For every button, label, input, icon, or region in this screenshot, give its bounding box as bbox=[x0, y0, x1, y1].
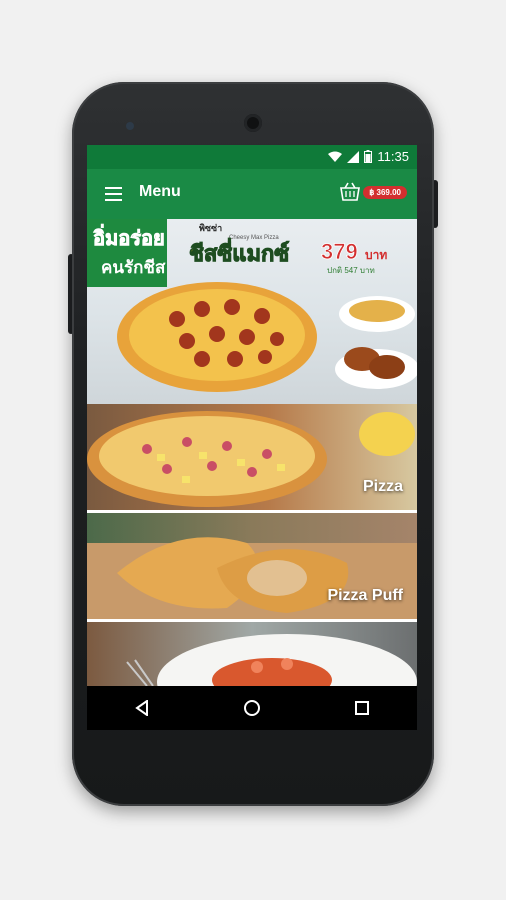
category-pizza[interactable]: Pizza bbox=[87, 404, 417, 513]
clock: 11:35 bbox=[377, 149, 409, 164]
app-bar: Menu ฿ 369.00 bbox=[87, 169, 417, 219]
category-pasta[interactable] bbox=[87, 622, 417, 686]
home-icon bbox=[244, 700, 260, 716]
banner-product-name: ชีสซี่แมกซ์ bbox=[189, 237, 289, 266]
category-label: Pizza Puff bbox=[327, 587, 403, 604]
wifi-icon bbox=[328, 151, 343, 162]
category-list: Pizza Pizza Puff bbox=[87, 404, 417, 686]
hamburger-menu-icon[interactable] bbox=[105, 187, 122, 201]
banner-price-unit: บาท bbox=[365, 248, 387, 262]
proximity-sensor bbox=[126, 122, 134, 130]
home-button[interactable] bbox=[232, 690, 272, 726]
screen: 11:35 Menu ฿ 369.00 อิ่มอร่อย คนรักชีส พ… bbox=[87, 145, 417, 730]
basket-icon bbox=[340, 182, 361, 201]
front-camera bbox=[244, 114, 262, 132]
status-bar: 11:35 bbox=[87, 145, 417, 169]
pasta-image bbox=[126, 634, 417, 686]
category-label: Pizza bbox=[362, 478, 403, 495]
banner-product-tag: พิซซ่า bbox=[199, 223, 222, 233]
banner-price: 379 bbox=[321, 239, 358, 264]
page-title: Menu bbox=[139, 183, 181, 200]
back-icon bbox=[135, 700, 148, 716]
battery-icon bbox=[364, 150, 373, 163]
cart-total-badge: ฿ 369.00 bbox=[363, 185, 407, 199]
recents-button[interactable] bbox=[342, 690, 382, 726]
banner-headline-2: คนรักชีส bbox=[101, 257, 166, 277]
signal-icon bbox=[347, 150, 360, 163]
back-button[interactable] bbox=[122, 690, 162, 726]
category-pizza-puff[interactable]: Pizza Puff bbox=[87, 513, 417, 622]
cart-button[interactable]: ฿ 369.00 bbox=[339, 182, 407, 202]
promo-banner[interactable]: อิ่มอร่อย คนรักชีส พิซซ่า Cheesy Max Piz… bbox=[87, 219, 417, 404]
android-nav-bar bbox=[87, 686, 417, 730]
banner-regular-price: ปกติ 547 บาท bbox=[327, 266, 375, 275]
recents-icon bbox=[355, 701, 369, 715]
banner-headline-1: อิ่มอร่อย bbox=[93, 223, 165, 250]
promo-banner-art: อิ่มอร่อย คนรักชีส พิซซ่า Cheesy Max Piz… bbox=[87, 219, 417, 392]
